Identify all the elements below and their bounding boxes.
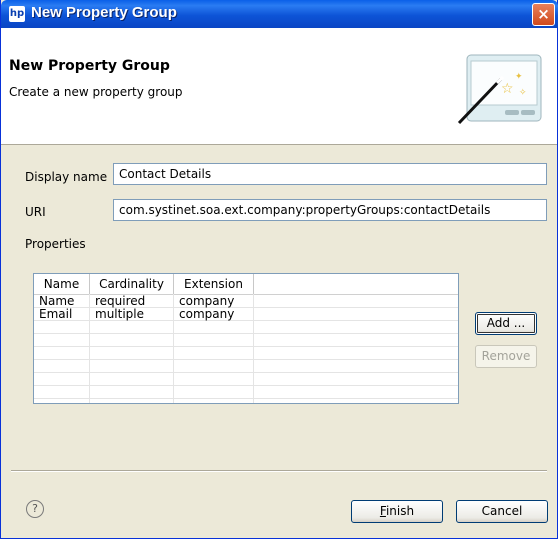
close-button[interactable]: × [532, 3, 555, 26]
title-bar[interactable]: hp New Property Group × [1, 0, 558, 28]
add-button[interactable]: Add ... [475, 312, 537, 335]
svg-text:☆: ☆ [501, 81, 514, 97]
window-title: New Property Group [31, 4, 177, 21]
cell-name: Email [39, 307, 73, 321]
svg-text:✧: ✧ [519, 88, 527, 98]
cell-extension: company [179, 307, 235, 321]
wizard-banner: New Property Group Create a new property… [1, 28, 557, 145]
column-header-extension[interactable]: Extension [174, 274, 254, 294]
display-name-field[interactable]: Contact Details [113, 163, 547, 185]
finish-button[interactable]: Finish [351, 500, 443, 523]
wizard-wand-icon: ☆ ✦ ✧ [457, 54, 542, 125]
column-header-cardinality[interactable]: Cardinality [90, 274, 174, 294]
cancel-button[interactable]: Cancel [456, 500, 548, 523]
cell-cardinality: multiple [95, 307, 145, 321]
display-name-label: Display name [25, 170, 108, 184]
help-icon[interactable]: ? [26, 500, 44, 518]
properties-table[interactable]: Name Cardinality Extension Name required… [33, 273, 459, 404]
uri-label: URI [25, 205, 46, 219]
banner-title: New Property Group [9, 58, 170, 74]
remove-button[interactable]: Remove [475, 345, 537, 368]
dialog-window: hp New Property Group × New Property Gro… [0, 0, 558, 539]
uri-field[interactable]: com.systinet.soa.ext.company:propertyGro… [113, 199, 547, 221]
finish-label: inish [385, 504, 415, 518]
properties-label: Properties [25, 237, 86, 251]
table-header: Name Cardinality Extension [34, 274, 458, 295]
separator [11, 470, 547, 472]
svg-text:✦: ✦ [515, 72, 523, 82]
hp-logo-icon: hp [9, 6, 25, 22]
banner-description: Create a new property group [9, 85, 183, 99]
column-header-name[interactable]: Name [34, 274, 90, 294]
